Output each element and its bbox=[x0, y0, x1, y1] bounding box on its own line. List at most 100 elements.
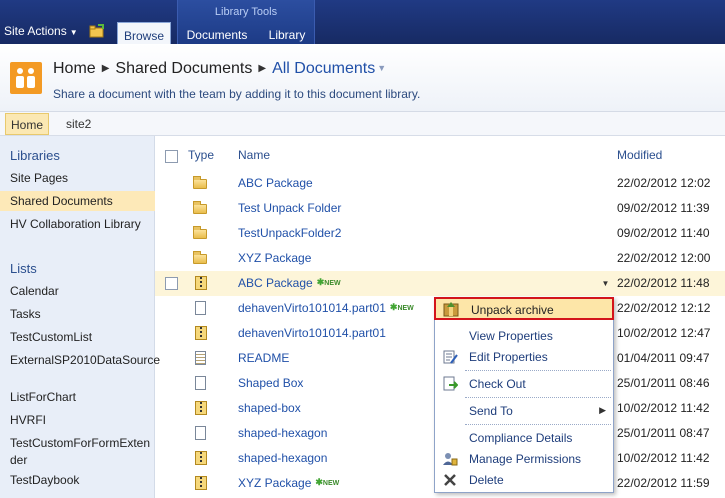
chevron-right-icon: ▶ bbox=[599, 405, 606, 415]
topnav-home[interactable]: Home bbox=[5, 113, 49, 135]
menu-item-label: Edit Properties bbox=[469, 350, 548, 364]
menu-item-label: Compliance Details bbox=[469, 431, 573, 445]
row-modified: 22/02/2012 11:48 bbox=[617, 276, 710, 290]
ql-item-site-pages[interactable]: Site Pages bbox=[10, 168, 155, 188]
new-badge-text: NEW bbox=[322, 480, 340, 487]
row-name-link[interactable]: Shaped Box bbox=[238, 376, 303, 390]
table-row[interactable]: TestUnpackFolder2 09/02/2012 11:40 bbox=[155, 221, 725, 246]
text-file-icon bbox=[195, 351, 206, 365]
row-name-text: dehavenVirto101014.part01 bbox=[238, 301, 386, 315]
row-modified: 01/04/2011 09:47 bbox=[617, 351, 710, 365]
menu-item-label: Manage Permissions bbox=[469, 452, 582, 466]
view-selector[interactable]: All Documents bbox=[272, 60, 375, 77]
menu-item-delete[interactable]: Delete bbox=[435, 470, 613, 490]
row-name-link[interactable]: shaped-hexagon bbox=[238, 426, 327, 440]
column-header-type[interactable]: Type bbox=[188, 148, 214, 162]
ql-item-hv-collaboration-library[interactable]: HV Collaboration Library bbox=[10, 214, 155, 234]
top-navigation: Home site2 bbox=[0, 112, 725, 136]
table-row[interactable]: ABC Package 22/02/2012 12:02 bbox=[155, 171, 725, 196]
row-modified: 09/02/2012 11:40 bbox=[617, 226, 710, 240]
row-modified: 10/02/2012 12:47 bbox=[617, 326, 711, 340]
column-header-modified[interactable]: Modified bbox=[617, 148, 662, 162]
tab-documents[interactable]: Documents bbox=[181, 23, 253, 44]
quick-launch: Libraries Site Pages Shared Documents HV… bbox=[0, 136, 160, 498]
menu-item-unpack-archive[interactable]: Unpack archive bbox=[434, 297, 614, 320]
page-description: Share a document with the team by adding… bbox=[53, 87, 421, 101]
lists-heading[interactable]: Lists bbox=[10, 261, 37, 276]
row-modified: 22/02/2012 12:02 bbox=[617, 176, 711, 190]
menu-item-label: Unpack archive bbox=[471, 303, 554, 317]
row-name-link[interactable]: dehavenVirto101014.part01 ✱NEW bbox=[238, 301, 414, 315]
row-name-link[interactable]: XYZ Package ✱NEW bbox=[238, 476, 339, 490]
row-checkbox[interactable] bbox=[165, 277, 178, 290]
row-modified: 10/02/2012 11:42 bbox=[617, 401, 710, 415]
ql-item-testcustomforformextender[interactable]: TestCustomForFormExtender bbox=[10, 435, 155, 469]
row-name-text: XYZ Package bbox=[238, 476, 312, 490]
row-name-link[interactable]: TestUnpackFolder2 bbox=[238, 226, 341, 240]
menu-item-label: View Properties bbox=[469, 329, 553, 343]
menu-item-send-to[interactable]: Send To ▶ bbox=[435, 401, 613, 421]
tab-library[interactable]: Library bbox=[262, 23, 312, 44]
site-logo-icon[interactable] bbox=[10, 62, 42, 94]
topnav-site2[interactable]: site2 bbox=[66, 117, 91, 131]
row-modified: 22/02/2012 12:12 bbox=[617, 301, 711, 315]
document-icon bbox=[195, 426, 206, 440]
row-modified: 25/01/2011 08:46 bbox=[617, 376, 710, 390]
row-name-link[interactable]: README bbox=[238, 351, 289, 365]
breadcrumb-home[interactable]: Home bbox=[53, 60, 96, 77]
delete-icon bbox=[444, 474, 456, 486]
ql-item-calendar[interactable]: Calendar bbox=[10, 281, 155, 301]
row-name-link[interactable]: Test Unpack Folder bbox=[238, 201, 341, 215]
ql-item-shared-documents[interactable]: Shared Documents bbox=[0, 191, 155, 211]
menu-item-edit-properties[interactable]: Edit Properties bbox=[435, 347, 613, 367]
row-name-link[interactable]: shaped-box bbox=[238, 401, 301, 415]
table-row[interactable]: XYZ Package 22/02/2012 12:00 bbox=[155, 246, 725, 271]
libraries-heading[interactable]: Libraries bbox=[10, 148, 60, 163]
site-actions-label: Site Actions bbox=[4, 24, 67, 38]
menu-item-compliance-details[interactable]: Compliance Details bbox=[435, 428, 613, 448]
menu-item-label: Delete bbox=[469, 473, 504, 487]
row-name-link[interactable]: shaped-hexagon bbox=[238, 451, 327, 465]
navigate-up-icon[interactable] bbox=[89, 24, 105, 38]
chevron-right-icon: ▶ bbox=[101, 63, 110, 74]
menu-item-manage-permissions[interactable]: Manage Permissions bbox=[435, 449, 613, 469]
new-badge: ✱NEW bbox=[315, 477, 340, 487]
item-menu-dropdown-icon[interactable]: ▼ bbox=[598, 274, 613, 293]
item-context-menu: Unpack archive View Properties Edit Prop… bbox=[434, 297, 614, 493]
menu-separator bbox=[465, 370, 611, 371]
row-name-link[interactable]: ABC Package ✱NEW bbox=[238, 276, 341, 290]
folder-icon bbox=[193, 176, 207, 189]
row-name-text: ABC Package bbox=[238, 276, 313, 290]
table-row[interactable]: Test Unpack Folder 09/02/2012 11:39 bbox=[155, 196, 725, 221]
ql-item-externalsp2010datasource[interactable]: ExternalSP2010DataSource bbox=[10, 350, 160, 370]
row-modified: 22/02/2012 12:00 bbox=[617, 251, 711, 265]
column-header-name[interactable]: Name bbox=[238, 148, 270, 162]
ql-item-listforchart[interactable]: ListForChart bbox=[10, 387, 155, 407]
zip-icon bbox=[195, 451, 207, 465]
breadcrumb-library[interactable]: Shared Documents bbox=[115, 60, 252, 77]
site-actions-menu[interactable]: Site Actions ▼ bbox=[4, 24, 78, 38]
permissions-icon bbox=[443, 453, 458, 466]
tab-browse[interactable]: Browse bbox=[117, 22, 171, 45]
row-name-link[interactable]: XYZ Package bbox=[238, 251, 311, 265]
check-out-icon bbox=[443, 376, 458, 391]
select-all-checkbox[interactable] bbox=[165, 150, 178, 163]
zip-icon bbox=[195, 276, 207, 290]
new-badge-text: NEW bbox=[397, 305, 414, 312]
breadcrumb: Home ▶ Shared Documents ▶ All Documents ▼ bbox=[53, 60, 386, 78]
new-badge-text: NEW bbox=[324, 280, 341, 287]
row-name-link[interactable]: dehavenVirto101014.part01 bbox=[238, 326, 386, 340]
new-badge: ✱NEW bbox=[389, 302, 414, 312]
row-modified: 22/02/2012 11:59 bbox=[617, 476, 710, 490]
ql-item-hvrfi[interactable]: HVRFI bbox=[10, 410, 155, 430]
document-icon bbox=[195, 376, 206, 390]
ql-item-testdaybook[interactable]: TestDaybook bbox=[10, 470, 155, 490]
menu-item-view-properties[interactable]: View Properties bbox=[435, 326, 613, 346]
ql-item-tasks[interactable]: Tasks bbox=[10, 304, 155, 324]
ql-item-testcustomlist[interactable]: TestCustomList bbox=[10, 327, 155, 347]
menu-item-check-out[interactable]: Check Out bbox=[435, 374, 613, 394]
chevron-down-icon[interactable]: ▼ bbox=[377, 63, 386, 73]
menu-separator bbox=[465, 397, 611, 398]
table-row-selected[interactable]: ABC Package ✱NEW ▼ 22/02/2012 11:48 bbox=[155, 271, 725, 296]
row-name-link[interactable]: ABC Package bbox=[238, 176, 313, 190]
